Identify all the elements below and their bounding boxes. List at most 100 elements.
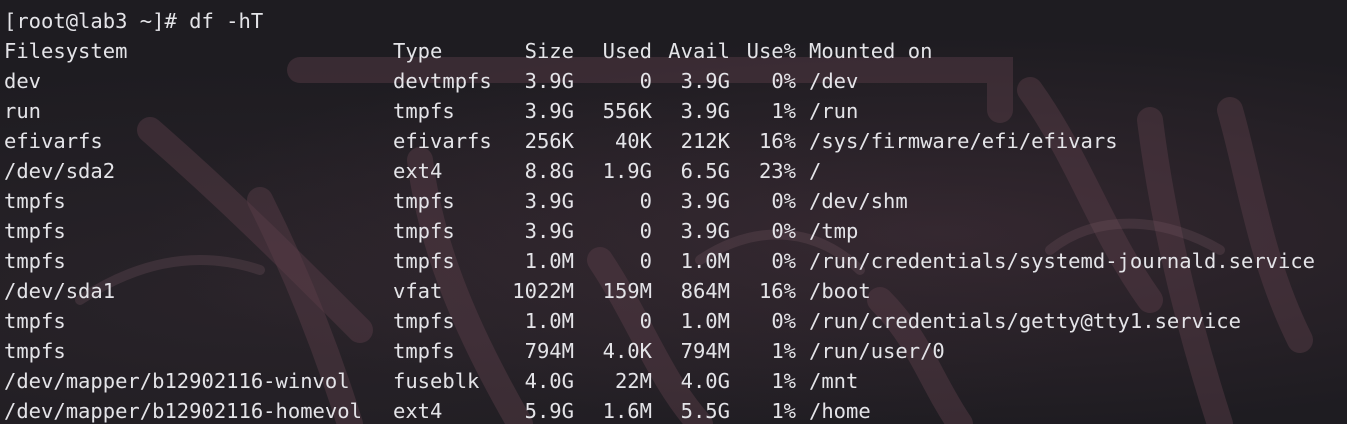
header-filesystem: Filesystem: [4, 39, 128, 63]
cell-used: 22M: [614, 369, 652, 393]
cell-use-pct: 1%: [771, 369, 796, 393]
cell-type: tmpfs: [393, 339, 455, 363]
cell-filesystem: tmpfs: [4, 339, 66, 363]
cell-use-pct: 0%: [771, 249, 796, 273]
cell-filesystem: dev: [4, 69, 42, 93]
cell-type: tmpfs: [393, 189, 455, 213]
cell-mounted-on: /dev: [809, 69, 859, 93]
table-row: tmpfs tmpfs 794M 4.0K 794M 1% /run/user/…: [4, 336, 1347, 366]
header-avail: Avail: [668, 39, 730, 63]
cell-use-pct: 16%: [758, 279, 796, 303]
cell-mounted-on: /run/user/0: [809, 339, 945, 363]
cell-mounted-on: /boot: [809, 279, 871, 303]
cell-used: 556K: [602, 99, 652, 123]
cell-type: tmpfs: [393, 249, 455, 273]
table-row: tmpfs tmpfs 1.0M 0 1.0M 0% /run/credenti…: [4, 306, 1347, 336]
cell-avail: 864M: [680, 279, 730, 303]
cell-used: 0: [639, 189, 652, 213]
cell-use-pct: 1%: [771, 339, 796, 363]
cell-mounted-on: /run/credentials/systemd-journald.servic…: [809, 249, 1316, 273]
cell-size: 4.0G: [524, 369, 574, 393]
cell-size: 5.9G: [524, 399, 574, 423]
cell-mounted-on: /tmp: [809, 219, 859, 243]
table-row: tmpfs tmpfs 1.0M 0 1.0M 0% /run/credenti…: [4, 246, 1347, 276]
cell-use-pct: 16%: [758, 129, 796, 153]
cell-use-pct: 0%: [771, 69, 796, 93]
cell-type: ext4: [393, 159, 443, 183]
cell-avail: 3.9G: [680, 219, 730, 243]
table-row: dev devtmpfs 3.9G 0 3.9G 0% /dev: [4, 66, 1347, 96]
cell-filesystem: tmpfs: [4, 309, 66, 333]
cell-type: efivarfs: [393, 129, 492, 153]
cell-avail: 1.0M: [680, 249, 730, 273]
cell-used: 4.0K: [602, 339, 652, 363]
cell-size: 1.0M: [524, 309, 574, 333]
terminal-window[interactable]: [root@lab3 ~]# df -hT Filesystem Type Si…: [0, 0, 1347, 424]
header-use-pct: Use%: [746, 39, 796, 63]
cell-type: devtmpfs: [393, 69, 492, 93]
cell-type: tmpfs: [393, 99, 455, 123]
cell-used: 1.9G: [602, 159, 652, 183]
cell-use-pct: 0%: [771, 219, 796, 243]
table-row: /dev/sda1 vfat 1022M 159M 864M 16% /boot: [4, 276, 1347, 306]
cell-size: 3.9G: [524, 99, 574, 123]
cell-filesystem: tmpfs: [4, 189, 66, 213]
cell-used: 0: [639, 309, 652, 333]
cell-size: 256K: [524, 129, 574, 153]
cell-type: tmpfs: [393, 219, 455, 243]
cell-avail: 6.5G: [680, 159, 730, 183]
cell-used: 0: [639, 69, 652, 93]
header-size: Size: [524, 39, 574, 63]
table-row: /dev/mapper/b12902116-winvol fuseblk 4.0…: [4, 366, 1347, 396]
cell-filesystem: run: [4, 99, 42, 123]
cell-used: 0: [639, 219, 652, 243]
cell-use-pct: 23%: [758, 159, 796, 183]
cell-mounted-on: /run: [809, 99, 859, 123]
table-row: run tmpfs 3.9G 556K 3.9G 1% /run: [4, 96, 1347, 126]
table-row: tmpfs tmpfs 3.9G 0 3.9G 0% /tmp: [4, 216, 1347, 246]
cell-use-pct: 1%: [771, 399, 796, 423]
cell-avail: 5.5G: [680, 399, 730, 423]
table-row: tmpfs tmpfs 3.9G 0 3.9G 0% /dev/shm: [4, 186, 1347, 216]
cell-used: 159M: [602, 279, 652, 303]
cell-use-pct: 1%: [771, 99, 796, 123]
table-row: /dev/mapper/b12902116-homevol ext4 5.9G …: [4, 396, 1347, 424]
cell-used: 1.6M: [602, 399, 652, 423]
terminal-output[interactable]: [root@lab3 ~]# df -hT Filesystem Type Si…: [4, 6, 1347, 424]
cell-mounted-on: /: [809, 159, 822, 183]
cell-type: fuseblk: [393, 369, 480, 393]
cell-size: 3.9G: [524, 219, 574, 243]
cell-filesystem: /dev/sda2: [4, 159, 116, 183]
cell-mounted-on: /home: [809, 399, 871, 423]
cell-used: 40K: [614, 129, 652, 153]
cell-filesystem: tmpfs: [4, 249, 66, 273]
cell-size: 1.0M: [524, 249, 574, 273]
cell-size: 3.9G: [524, 189, 574, 213]
cell-size: 794M: [524, 339, 574, 363]
cell-use-pct: 0%: [771, 189, 796, 213]
cell-filesystem: /dev/sda1: [4, 279, 116, 303]
cell-type: ext4: [393, 399, 443, 423]
cell-size: 8.8G: [524, 159, 574, 183]
cell-avail: 1.0M: [680, 309, 730, 333]
table-row: /dev/sda2 ext4 8.8G 1.9G 6.5G 23% /: [4, 156, 1347, 186]
cell-type: tmpfs: [393, 309, 455, 333]
prompt-line: [root@lab3 ~]# df -hT: [4, 6, 1347, 36]
cell-size: 1022M: [512, 279, 574, 303]
cell-use-pct: 0%: [771, 309, 796, 333]
header-type: Type: [393, 39, 443, 63]
cell-mounted-on: /sys/firmware/efi/efivars: [809, 129, 1118, 153]
cell-used: 0: [639, 249, 652, 273]
cell-avail: 3.9G: [680, 69, 730, 93]
cell-mounted-on: /dev/shm: [809, 189, 908, 213]
cell-filesystem: /dev/mapper/b12902116-homevol: [4, 399, 362, 423]
cell-mounted-on: /run/credentials/getty@tty1.service: [809, 309, 1241, 333]
cell-avail: 212K: [680, 129, 730, 153]
cell-filesystem: tmpfs: [4, 219, 66, 243]
cell-size: 3.9G: [524, 69, 574, 93]
header-used: Used: [602, 39, 652, 63]
table-row: efivarfs efivarfs 256K 40K 212K 16% /sys…: [4, 126, 1347, 156]
cell-filesystem: efivarfs: [4, 129, 103, 153]
cell-avail: 794M: [680, 339, 730, 363]
cell-avail: 3.9G: [680, 99, 730, 123]
